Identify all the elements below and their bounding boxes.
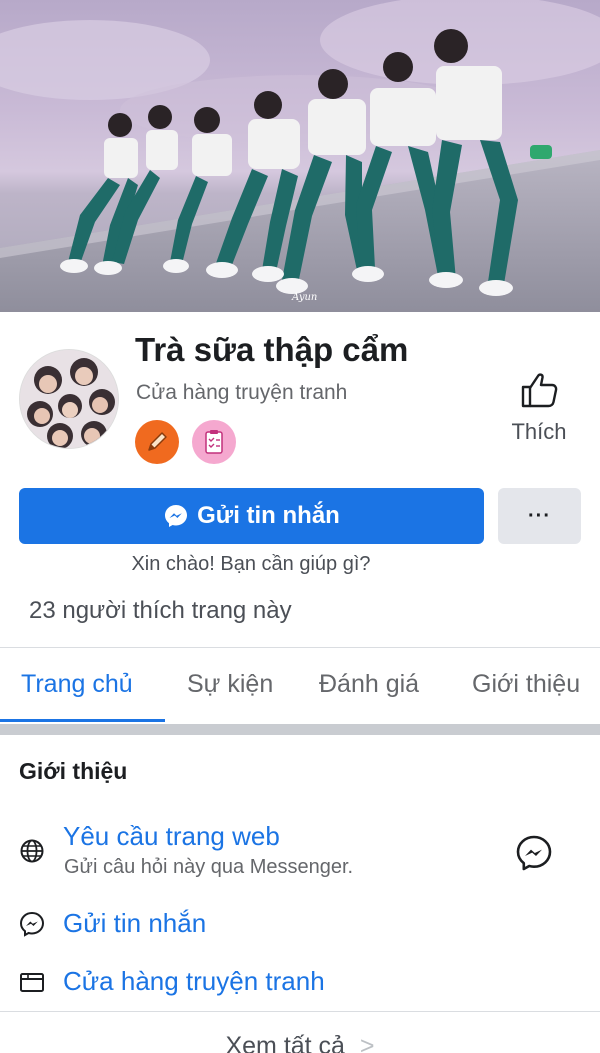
see-all-label: Xem tất cả: [225, 1032, 345, 1053]
messenger-icon: [19, 911, 45, 937]
about-section-title: Giới thiệu: [19, 758, 128, 784]
globe-icon: [19, 838, 45, 864]
like-page-button[interactable]: Thích: [504, 370, 574, 445]
checklist-badge-icon[interactable]: [192, 420, 236, 464]
send-message-link[interactable]: Gửi tin nhắn: [63, 908, 206, 939]
page-badges: [135, 420, 236, 464]
category-link[interactable]: Cửa hàng truyện tranh: [63, 966, 325, 997]
likes-count[interactable]: 23 người thích trang này: [29, 597, 292, 625]
thumbs-up-icon: [521, 373, 558, 408]
tab-events[interactable]: Sự kiện: [187, 670, 273, 699]
tab-about[interactable]: Giới thiệu: [472, 670, 580, 699]
request-website-subtitle: Gửi câu hỏi này qua Messenger.: [64, 856, 354, 878]
send-message-button[interactable]: Gửi tin nhắn: [19, 488, 484, 544]
cover-watermark: Ayun: [291, 292, 317, 303]
page-category[interactable]: Cửa hàng truyện tranh: [136, 381, 347, 405]
messenger-icon: [165, 505, 188, 527]
cover-photo[interactable]: Ayun: [0, 0, 600, 312]
divider: [0, 1011, 600, 1012]
section-separator: [0, 724, 600, 735]
page-tabs: Trang chủ Sự kiện Đánh giá Giới thiệu: [0, 648, 600, 723]
tab-reviews[interactable]: Đánh giá: [319, 670, 419, 699]
active-tab-indicator: [0, 719, 165, 722]
send-message-label: Gửi tin nhắn: [197, 502, 340, 529]
tab-home[interactable]: Trang chủ: [21, 670, 133, 699]
chevron-right-icon: >: [359, 1032, 375, 1053]
see-all-link[interactable]: Xem tất cả >: [0, 1032, 600, 1053]
more-options-button[interactable]: ···: [498, 488, 581, 544]
pencil-badge-icon[interactable]: [135, 420, 179, 464]
page-title: Trà sữa thập cẩm: [135, 331, 409, 368]
request-website-link[interactable]: Yêu cầu trang web: [63, 821, 280, 852]
messenger-icon[interactable]: [515, 834, 553, 872]
storefront-icon: [19, 970, 45, 996]
page-avatar[interactable]: [19, 349, 119, 449]
more-icon: ···: [528, 504, 551, 527]
greeting-text: Xin chào! Bạn cần giúp gì?: [131, 553, 371, 575]
like-label: Thích: [511, 419, 567, 444]
